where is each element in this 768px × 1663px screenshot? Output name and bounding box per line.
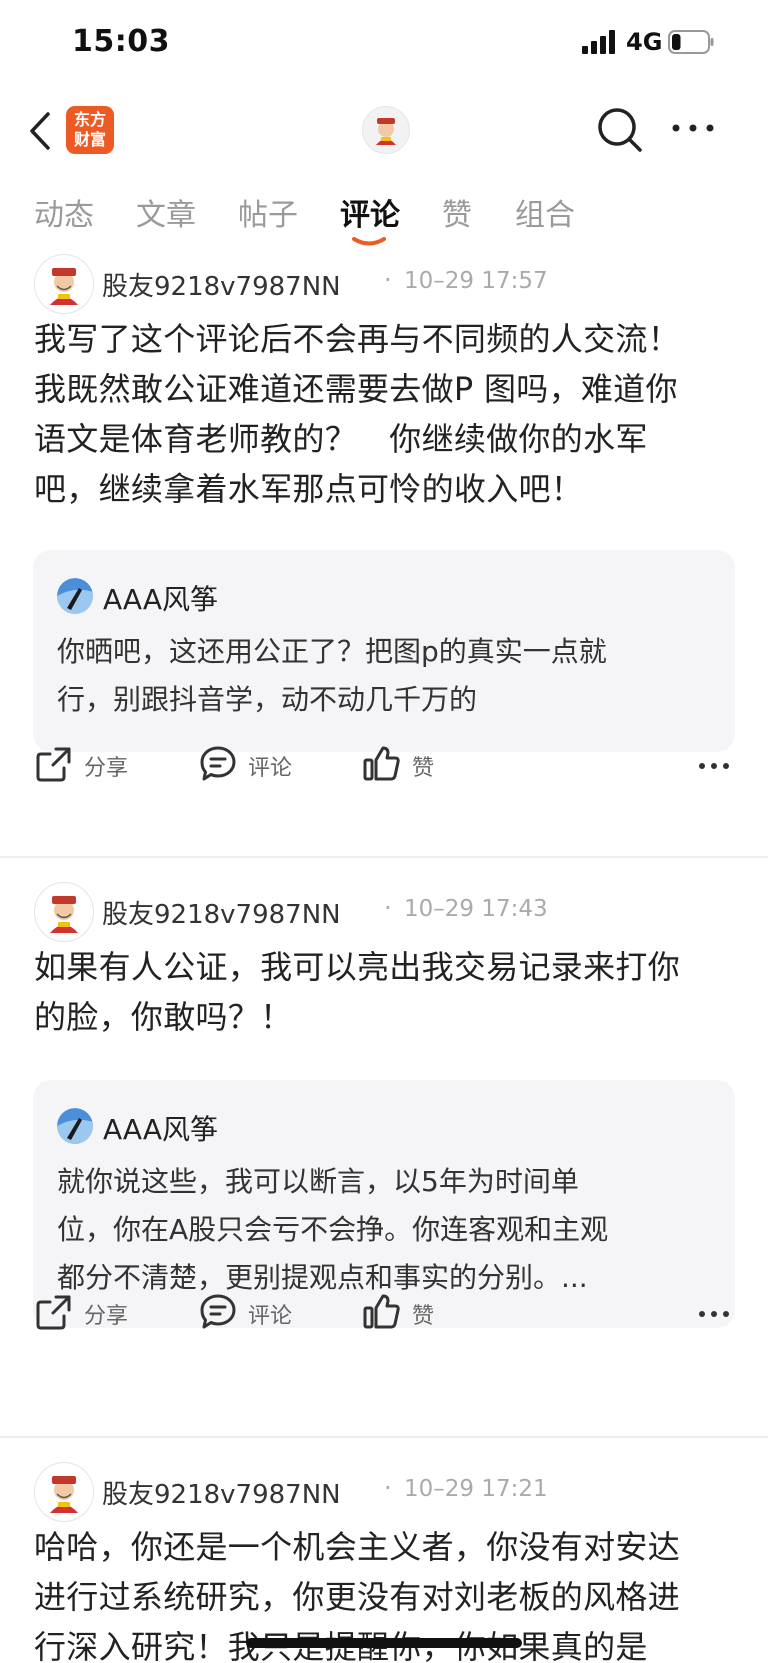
like-label: 赞 [412, 756, 435, 781]
thumbs-up-icon [363, 1294, 400, 1329]
tab-articles[interactable]: 文章 [136, 190, 196, 234]
comment-line: 进行过系统研究，你更没有对刘老板的风格进 [34, 1578, 681, 1616]
comment-line: 我写了这个评论后不会再与不同频的人交流！ [34, 320, 681, 358]
kite-avatar-icon [57, 578, 93, 614]
user-avatar[interactable] [34, 882, 94, 942]
search-icon[interactable] [594, 104, 646, 156]
kite-avatar-icon [57, 1108, 93, 1144]
app-logo: 东方 财富 [66, 106, 114, 154]
timestamp: 10–29 17:43 [404, 896, 548, 922]
comment-label: 评论 [248, 756, 293, 781]
home-indicator[interactable] [246, 1638, 522, 1648]
god-of-wealth-avatar-icon [50, 896, 78, 933]
comment-header: 股友9218v7987NN · 10–29 17:21 [34, 1462, 734, 1522]
thumbs-up-icon [363, 746, 400, 781]
quoted-user-avatar [57, 1108, 93, 1144]
comment-actions: 分享 评论 赞 [0, 1288, 768, 1338]
comment-text[interactable]: 如果有人公证，我可以亮出我交易记录来打你 的脸，你敢吗？！ [34, 942, 734, 1042]
timestamp: 10–29 17:21 [404, 1476, 548, 1502]
separator-dot: · [384, 1474, 392, 1502]
user-avatar[interactable] [34, 254, 94, 314]
signal-icon [582, 30, 615, 54]
comment-card: 股友9218v7987NN · 10–29 17:21 哈哈，你还是一个机会主义… [0, 1462, 768, 1663]
separator-dot: · [384, 894, 392, 922]
back-icon[interactable] [22, 106, 58, 156]
logo-line2: 财富 [73, 130, 106, 149]
share-button[interactable]: 分享 [34, 1288, 144, 1338]
comment-line: 哈哈，你还是一个机会主义者，你没有对安达 [34, 1528, 681, 1566]
tab-posts[interactable]: 帖子 [238, 190, 298, 234]
profile-avatar[interactable] [362, 106, 410, 154]
user-avatar[interactable] [34, 1462, 94, 1522]
share-icon [36, 747, 71, 782]
username[interactable]: 股友9218v7987NN [102, 894, 341, 931]
divider [0, 1436, 768, 1438]
god-of-wealth-avatar-icon [50, 1476, 78, 1513]
quoted-username: AAA风筝 [103, 583, 219, 616]
battery-icon [668, 30, 714, 54]
quoted-line: 就你说这些，我可以断言，以5年为时间单 [57, 1165, 579, 1198]
username[interactable]: 股友9218v7987NN [102, 1474, 341, 1511]
comment-line: 如果有人公证，我可以亮出我交易记录来打你 [34, 948, 681, 986]
quoted-line: 位，你在A股只会亏不会挣。你连客观和主观 [57, 1213, 609, 1246]
comment-button[interactable]: 评论 [198, 1288, 308, 1338]
separator-dot: · [384, 266, 392, 294]
quoted-user-avatar [57, 578, 93, 614]
tab-dynamics[interactable]: 动态 [34, 190, 94, 234]
timestamp: 10–29 17:57 [404, 268, 548, 294]
more-options-icon[interactable] [694, 746, 734, 786]
comment-icon [200, 1294, 236, 1329]
nav-bar: 东方 财富 [0, 96, 768, 166]
more-options-icon[interactable] [694, 1294, 734, 1334]
god-of-wealth-avatar-icon [50, 268, 78, 305]
god-of-wealth-avatar-icon [376, 118, 396, 145]
quoted-line: 行，别跟抖音学，动不动几千万的 [57, 683, 478, 716]
comment-header: 股友9218v7987NN · 10–29 17:43 [34, 882, 734, 942]
share-label: 分享 [84, 756, 129, 781]
like-button[interactable]: 赞 [362, 1288, 452, 1338]
quoted-line: 你晒吧，这还用公正了？把图p的真实一点就 [57, 635, 607, 668]
quoted-username: AAA风筝 [103, 1113, 219, 1146]
share-label: 分享 [84, 1304, 129, 1329]
divider [0, 856, 768, 858]
quoted-reply[interactable]: AAA风筝 你晒吧，这还用公正了？把图p的真实一点就 行，别跟抖音学，动不动几千… [33, 550, 735, 752]
tab-likes[interactable]: 赞 [442, 190, 472, 234]
logo-line1: 东方 [73, 110, 106, 129]
status-bar: 15:03 4G [0, 0, 768, 88]
like-label: 赞 [412, 1304, 435, 1329]
active-tab-indicator [352, 237, 386, 246]
comment-line: 语文是体育老师教的？ 你继续做你的水军 [34, 420, 648, 458]
comment-button[interactable]: 评论 [198, 740, 308, 790]
profile-tabs: 动态 文章 帖子 评论 赞 组合 [0, 190, 768, 250]
comment-text[interactable]: 我写了这个评论后不会再与不同频的人交流！ 我既然敢公证难道还需要去做P 图吗，难… [34, 314, 734, 514]
more-menu-icon[interactable] [668, 108, 718, 148]
share-icon [36, 1295, 71, 1330]
comment-label: 评论 [248, 1304, 293, 1329]
tab-comments[interactable]: 评论 [340, 190, 400, 234]
quoted-text: 就你说这些，我可以断言，以5年为时间单 位，你在A股只会亏不会挣。你连客观和主观… [57, 1158, 717, 1302]
share-button[interactable]: 分享 [34, 740, 144, 790]
quoted-text: 你晒吧，这还用公正了？把图p的真实一点就 行，别跟抖音学，动不动几千万的 [57, 628, 717, 724]
comment-icon [200, 746, 236, 781]
comment-actions: 分享 评论 赞 [0, 740, 768, 790]
comment-line: 吧，继续拿着水军那点可怜的收入吧！ [34, 470, 584, 508]
comment-card: 股友9218v7987NN · 10–29 17:57 我写了这个评论后不会再与… [0, 254, 768, 858]
username[interactable]: 股友9218v7987NN [102, 266, 341, 303]
like-button[interactable]: 赞 [362, 740, 452, 790]
comment-line: 我既然敢公证难道还需要去做P 图吗，难道你 [34, 370, 678, 408]
status-time: 15:03 [72, 24, 170, 59]
tab-portfolios[interactable]: 组合 [515, 190, 575, 234]
comment-header: 股友9218v7987NN · 10–29 17:57 [34, 254, 734, 314]
comment-card: 股友9218v7987NN · 10–29 17:43 如果有人公证，我可以亮出… [0, 882, 768, 1438]
network-type: 4G [626, 28, 663, 56]
comment-line: 的脸，你敢吗？！ [34, 998, 293, 1036]
